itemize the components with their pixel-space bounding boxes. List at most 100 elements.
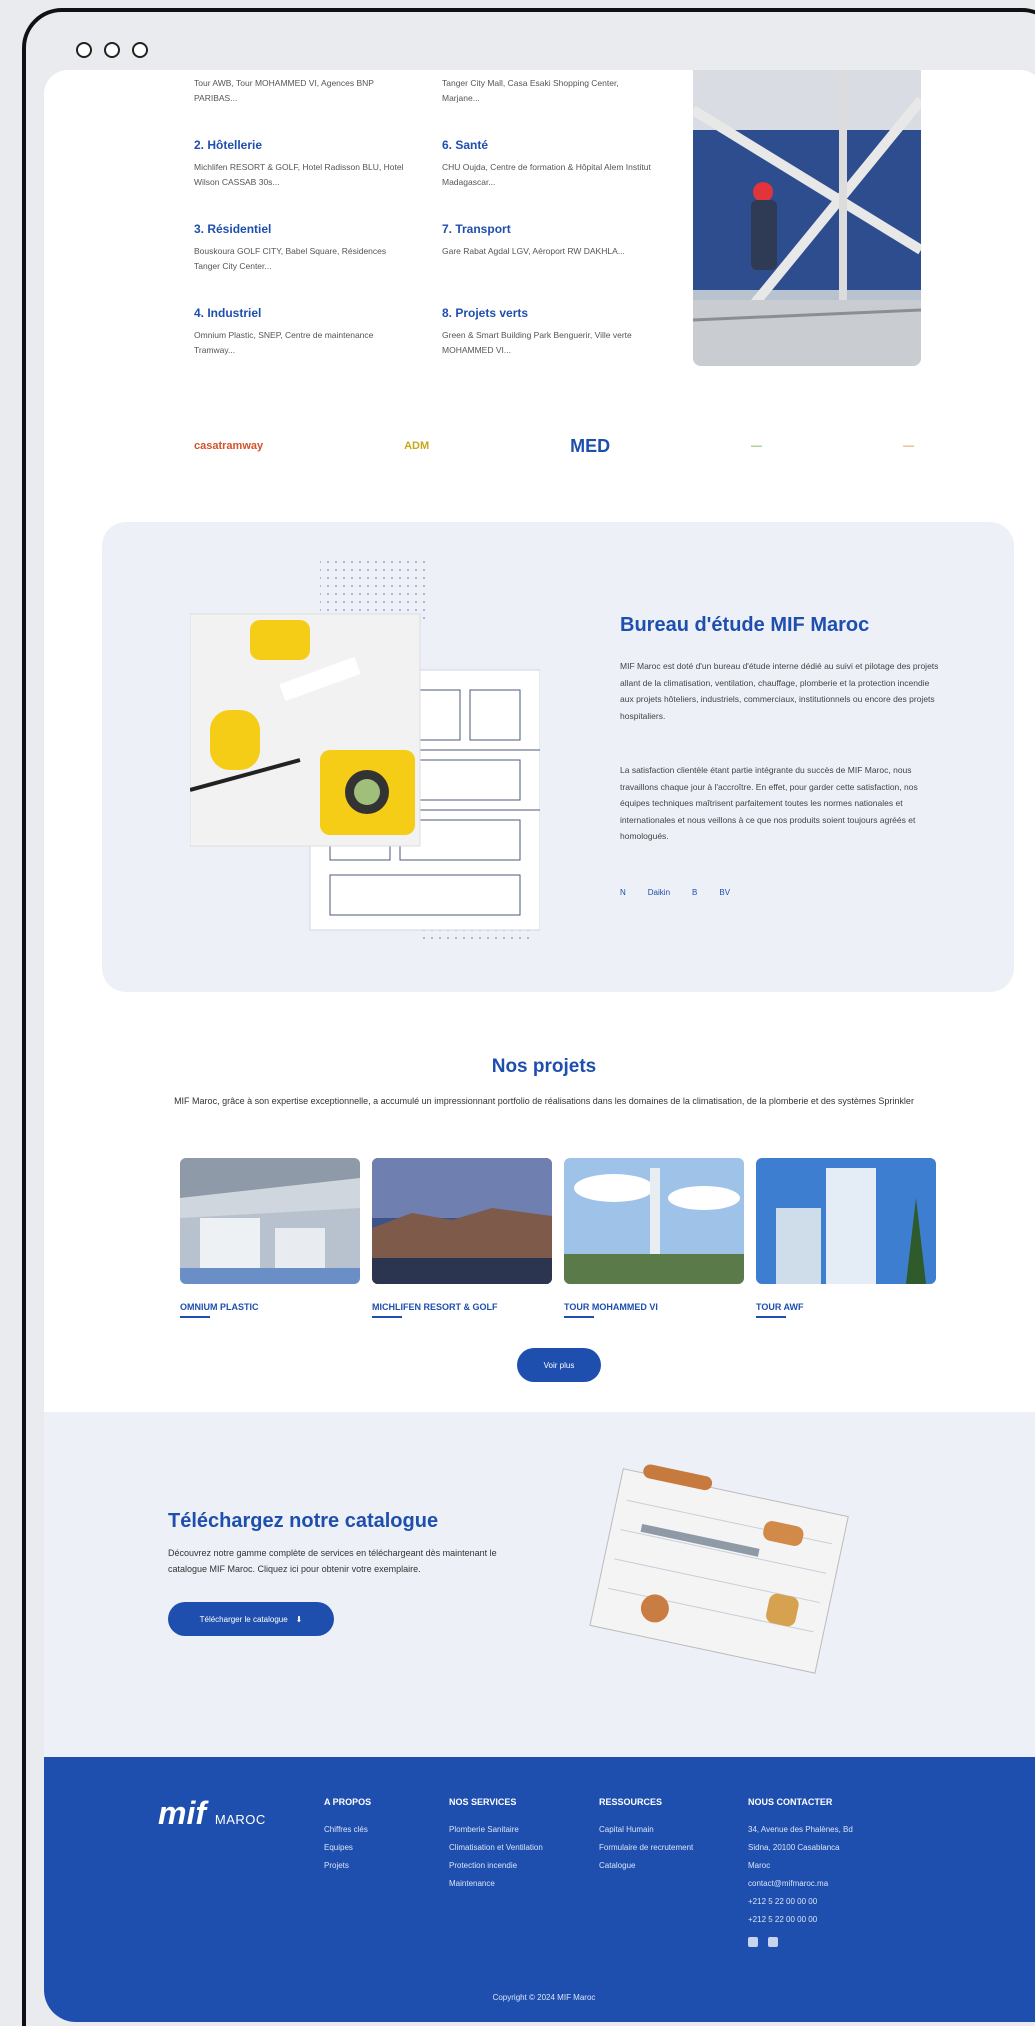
project-underline [564, 1316, 594, 1318]
category-item: 7. Transport Gare Rabat Agdal LGV, Aérop… [442, 222, 657, 259]
footer-col-contact: NOUS CONTACTER 34, Avenue des Phalènes, … [748, 1797, 853, 1947]
category-item: 8. Projets verts Green & Smart Building … [442, 306, 657, 359]
window-controls [76, 42, 148, 58]
footer-link[interactable]: Catalogue [599, 1857, 693, 1875]
project-card[interactable]: TOUR MOHAMMED VI [564, 1158, 744, 1318]
footer-col-title: NOUS CONTACTER [748, 1797, 833, 1807]
catalogue-image [589, 1464, 849, 1674]
bureau-illustration [190, 560, 540, 940]
cert-logo: N [620, 888, 626, 897]
footer-col-ressources: RESSOURCES Capital Humain Formulaire de … [599, 1797, 693, 1875]
browser-window-frame: Tour AWB, Tour MOHAMMED VI, Agences BNP … [22, 8, 1035, 2026]
footer-link[interactable]: Capital Humain [599, 1821, 693, 1839]
web-page: Tour AWB, Tour MOHAMMED VI, Agences BNP … [44, 70, 1035, 2022]
technician-photo [693, 70, 921, 366]
social-links [748, 1937, 853, 1947]
footer-col-title: RESSOURCES [599, 1797, 663, 1807]
category-text: Tour AWB, Tour MOHAMMED VI, Agences BNP … [194, 78, 374, 104]
certifications: N Daikin B BV [620, 888, 730, 897]
partners-strip: casatramway ADM MED — — [194, 426, 914, 466]
category-text: Bouskoura GOLF CITY, Babel Square, Résid… [194, 246, 387, 272]
logo-text: mif [158, 1795, 206, 1831]
project-title[interactable]: MICHLIFEN RESORT & GOLF [372, 1302, 552, 1312]
footer-link[interactable]: Formulaire de recrutement [599, 1839, 693, 1857]
project-image[interactable] [372, 1158, 552, 1284]
project-image[interactable] [180, 1158, 360, 1284]
footer-col-services: NOS SERVICES Plomberie Sanitaire Climati… [449, 1797, 543, 1893]
cert-logo: B [692, 888, 698, 897]
download-catalogue-button[interactable]: Télécharger le catalogue ⬇ [168, 1602, 334, 1636]
footer-link[interactable]: Plomberie Sanitaire [449, 1821, 543, 1839]
cert-logo: BV [719, 888, 731, 897]
project-cards: OMNIUM PLASTIC MICHLIFEN RESORT & GOLF T… [180, 1158, 936, 1318]
category-title: 3. Résidentiel [194, 222, 272, 236]
bureau-title: Bureau d'étude MIF Maroc [620, 614, 870, 636]
footer-link[interactable]: Protection incendie [449, 1857, 543, 1875]
project-title[interactable]: OMNIUM PLASTIC [180, 1302, 360, 1312]
copyright-text: Copyright © 2024 MIF Maroc [492, 1993, 596, 2002]
category-item: Tanger City Mall, Casa Esaki Shopping Ce… [442, 76, 657, 107]
window-dot-icon[interactable] [132, 42, 148, 58]
projects-lead: MIF Maroc, grâce à son expertise excepti… [174, 1096, 914, 1106]
catalogue-text: Découvrez notre gamme complète de servic… [168, 1548, 497, 1574]
window-dot-icon[interactable] [104, 42, 120, 58]
catalogue-section: Téléchargez notre catalogue Découvrez no… [44, 1412, 1035, 1757]
project-title[interactable]: TOUR AWF [756, 1302, 936, 1312]
footer-col-title: A PROPOS [324, 1797, 372, 1807]
partner-logo: MED [570, 435, 611, 456]
footer-text: Maroc [748, 1861, 771, 1870]
category-text: Gare Rabat Agdal LGV, Aéroport RW DAKHLA… [442, 246, 625, 256]
cert-logo: Daikin [647, 888, 671, 897]
project-title[interactable]: TOUR MOHAMMED VI [564, 1302, 744, 1312]
footer-col-apropos: A PROPOS Chiffres clés Equipes Projets [324, 1797, 371, 1875]
category-item: 4. Industriel Omnium Plastic, SNEP, Cent… [194, 306, 409, 359]
bureau-paragraph: La satisfaction clientèle étant partie i… [620, 765, 918, 842]
footer-link[interactable]: Climatisation et Ventilation [449, 1839, 543, 1857]
footer-phone-link[interactable]: +212 5 22 00 00 00 [748, 1911, 853, 1929]
project-image[interactable] [564, 1158, 744, 1284]
project-underline [180, 1316, 210, 1318]
instagram-icon[interactable] [768, 1937, 778, 1947]
category-text: Michlifen RESORT & GOLF, Hotel Radisson … [194, 162, 404, 188]
category-item: Tour AWB, Tour MOHAMMED VI, Agences BNP … [194, 76, 409, 107]
category-text: Tanger City Mall, Casa Esaki Shopping Ce… [442, 78, 619, 104]
partner-logo: — [751, 440, 763, 452]
footer-link[interactable]: Projets [324, 1857, 371, 1875]
project-image[interactable] [756, 1158, 936, 1284]
category-item: 3. Résidentiel Bouskoura GOLF CITY, Babe… [194, 222, 409, 275]
footer-phone-link[interactable]: +212 5 22 00 00 00 [748, 1893, 853, 1911]
category-title: 6. Santé [442, 138, 489, 152]
brand-logo[interactable]: mif MAROC [158, 1795, 266, 1832]
category-text: Green & Smart Building Park Benguerir, V… [442, 330, 632, 356]
bureau-etude-section: Bureau d'étude MIF Maroc MIF Maroc est d… [102, 522, 1014, 992]
footer-text: 34, Avenue des Phalènes, Bd [748, 1825, 853, 1834]
category-text: CHU Oujda, Centre de formation & Hôpital… [442, 162, 651, 188]
project-card[interactable]: TOUR AWF [756, 1158, 936, 1318]
footer-link[interactable]: Maintenance [449, 1875, 543, 1893]
category-title: 8. Projets verts [442, 306, 529, 320]
logo-subtitle: MAROC [214, 1812, 266, 1827]
footer-email-link[interactable]: contact@mifmaroc.ma [748, 1875, 853, 1893]
category-title: 2. Hôtellerie [194, 138, 263, 152]
footer: mif MAROC A PROPOS Chiffres clés Equipes… [44, 1757, 1035, 2022]
bureau-paragraph: MIF Maroc est doté d'un bureau d'étude i… [620, 661, 939, 721]
category-item: 2. Hôtellerie Michlifen RESORT & GOLF, H… [194, 138, 409, 191]
footer-link[interactable]: Chiffres clés [324, 1821, 371, 1839]
footer-link[interactable]: Equipes [324, 1839, 371, 1857]
window-dot-icon[interactable] [76, 42, 92, 58]
project-card[interactable]: MICHLIFEN RESORT & GOLF [372, 1158, 552, 1318]
footer-col-title: NOS SERVICES [449, 1797, 517, 1807]
category-item: 6. Santé CHU Oujda, Centre de formation … [442, 138, 657, 191]
partner-logo: ADM [404, 440, 430, 452]
project-card[interactable]: OMNIUM PLASTIC [180, 1158, 360, 1318]
partner-logo: casatramway [194, 440, 264, 452]
category-title: 4. Industriel [194, 306, 262, 320]
download-label: Télécharger le catalogue [199, 1614, 288, 1624]
project-underline [372, 1316, 402, 1318]
category-text: Omnium Plastic, SNEP, Centre de maintena… [194, 330, 374, 356]
linkedin-icon[interactable] [748, 1937, 758, 1947]
partner-logo: — [902, 440, 914, 452]
category-title: 7. Transport [442, 222, 511, 236]
project-underline [756, 1316, 786, 1318]
voir-plus-button[interactable]: Voir plus [517, 1348, 601, 1382]
